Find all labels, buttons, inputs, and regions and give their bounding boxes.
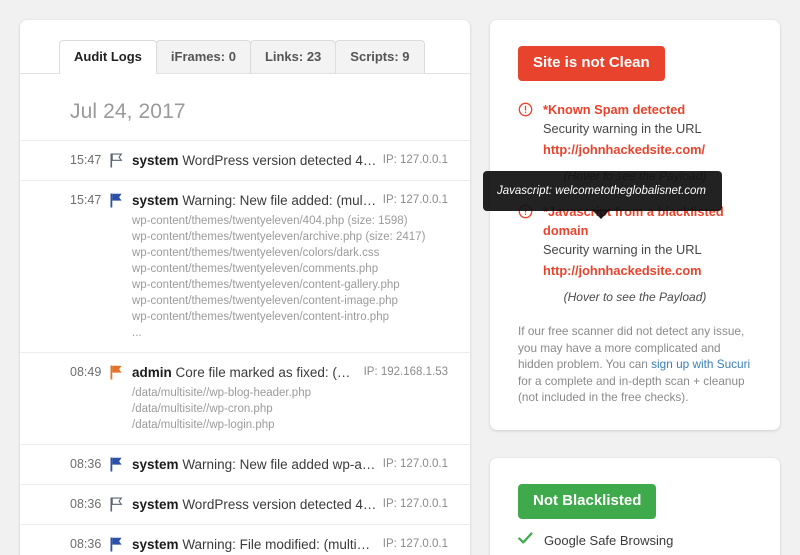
site-status-panel: Site is not Clean *Known Spam detectedSe… bbox=[490, 20, 780, 430]
tab-audit-logs[interactable]: Audit Logs bbox=[59, 40, 157, 74]
log-time: 08:36 bbox=[70, 496, 110, 511]
audit-log-list: 15:47 system WordPress version detected 4… bbox=[20, 140, 470, 555]
log-file-entry: wp-content/themes/twentyeleven/content-i… bbox=[132, 293, 470, 309]
security-warning-subtitle: Security warning in the URL bbox=[543, 240, 752, 260]
right-column: Site is not Clean *Known Spam detectedSe… bbox=[490, 20, 780, 555]
log-file-entry: wp-content/themes/twentyeleven/content-g… bbox=[132, 277, 470, 293]
log-ip: IP: 127.0.0.1 bbox=[383, 456, 448, 470]
security-warning-body: *Known Spam detectedSecurity warning in … bbox=[543, 100, 752, 160]
blacklist-item-list: Google Safe BrowsingNorton Safe WebPhish… bbox=[518, 532, 752, 555]
log-user: system bbox=[132, 537, 179, 552]
log-file-entry: wp-content/themes/twentyeleven/colors/da… bbox=[132, 245, 470, 261]
log-file-entry: /data/multisite//wp-blog-header.php bbox=[132, 385, 470, 401]
log-file-list: wp-content/themes/twentyeleven/404.php (… bbox=[20, 209, 470, 341]
audit-log-row-main: 08:36 system Warning: New file added wp-a… bbox=[20, 456, 470, 473]
log-time: 15:47 bbox=[70, 152, 110, 167]
tab-scripts-9[interactable]: Scripts: 9 bbox=[335, 40, 424, 73]
log-ip: IP: 127.0.0.1 bbox=[383, 152, 448, 166]
security-warning-url[interactable]: http://johnhackedsite.com bbox=[543, 260, 752, 281]
log-file-list: /data/multisite//wp-blog-header.php/data… bbox=[20, 381, 470, 433]
log-file-entry: /data/multisite//wp-login.php bbox=[132, 417, 470, 433]
log-message: system Warning: New file added wp-admin/… bbox=[132, 456, 383, 473]
alert-circle-icon bbox=[518, 100, 543, 160]
log-time: 08:49 bbox=[70, 364, 110, 379]
flag-filled-blue-icon bbox=[110, 456, 132, 472]
blacklist-panel: Not Blacklisted Google Safe BrowsingNort… bbox=[490, 458, 780, 555]
log-ip: IP: 127.0.0.1 bbox=[383, 192, 448, 206]
log-user: system bbox=[132, 193, 179, 208]
blacklist-item: Google Safe Browsing bbox=[518, 532, 752, 550]
log-message-text: WordPress version detected 4.9-alpha-… bbox=[182, 497, 382, 512]
tab-iframes-0[interactable]: iFrames: 0 bbox=[156, 40, 251, 73]
log-file-entry: /data/multisite//wp-cron.php bbox=[132, 401, 470, 417]
tab-bar: Audit LogsiFrames: 0Links: 23Scripts: 9 bbox=[20, 20, 470, 74]
log-file-entry: wp-content/themes/twentyeleven/404.php (… bbox=[132, 213, 470, 229]
alert-circle-icon bbox=[518, 202, 543, 281]
flag-filled-blue-icon bbox=[110, 536, 132, 552]
sign-up-with-sucuri-link[interactable]: sign up with Sucuri bbox=[651, 357, 750, 371]
log-message: system WordPress version detected 4.9-al… bbox=[132, 152, 383, 169]
payload-tooltip-text: Javascript: welcometotheglobalisnet.com bbox=[497, 185, 706, 197]
security-warning-block: *Known Spam detectedSecurity warning in … bbox=[518, 100, 752, 160]
log-message-text: Warning: File modified: (multiple entrie… bbox=[182, 537, 382, 552]
scanner-note: If our free scanner did not detect any i… bbox=[518, 323, 752, 406]
page-root: Audit LogsiFrames: 0Links: 23Scripts: 9 … bbox=[0, 0, 800, 555]
payload-tooltip-arrow bbox=[592, 210, 610, 219]
log-user: system bbox=[132, 497, 179, 512]
audit-log-row-main: 15:47 system WordPress version detected 4… bbox=[20, 152, 470, 169]
scanner-note-after: for a complete and in-depth scan + clean… bbox=[518, 374, 745, 405]
log-file-entry: ... bbox=[132, 325, 470, 341]
security-warning-title: *Known Spam detected bbox=[543, 100, 752, 119]
blacklist-item-label: Google Safe Browsing bbox=[544, 533, 673, 548]
flag-outline-gray-icon bbox=[110, 496, 132, 512]
security-warning: *Javascript from a blacklisted domainSec… bbox=[518, 202, 752, 304]
audit-log-row-main: 08:49 admin Core file marked as fixed: (m… bbox=[20, 364, 470, 381]
audit-logs-card: Audit LogsiFrames: 0Links: 23Scripts: 9 … bbox=[20, 20, 470, 555]
audit-log-row[interactable]: 15:47 system WordPress version detected 4… bbox=[20, 140, 470, 180]
log-ip: IP: 127.0.0.1 bbox=[383, 536, 448, 550]
blacklist-status-badge: Not Blacklisted bbox=[518, 484, 656, 519]
log-file-entry: wp-content/themes/twentyeleven/content-i… bbox=[132, 309, 470, 325]
audit-log-row[interactable]: 08:49 admin Core file marked as fixed: (m… bbox=[20, 352, 470, 444]
date-header: Jul 24, 2017 bbox=[20, 74, 470, 140]
log-file-entry: wp-content/themes/twentyeleven/archive.p… bbox=[132, 229, 470, 245]
site-status-badge: Site is not Clean bbox=[518, 46, 665, 81]
flag-outline-gray-icon bbox=[110, 152, 132, 168]
audit-log-row[interactable]: 08:36 system Warning: New file added wp-a… bbox=[20, 444, 470, 484]
audit-log-row[interactable]: 08:36 system Warning: File modified: (mul… bbox=[20, 524, 470, 555]
security-warning-subtitle: Security warning in the URL bbox=[543, 119, 752, 139]
log-message-text: WordPress version detected 4.9-alpha-… bbox=[182, 153, 382, 168]
flag-filled-blue-icon bbox=[110, 192, 132, 208]
log-time: 08:36 bbox=[70, 536, 110, 551]
log-file-entry: wp-content/themes/twentyeleven/comments.… bbox=[132, 261, 470, 277]
log-message: system WordPress version detected 4.9-al… bbox=[132, 496, 383, 513]
log-message-text: Warning: New file added: (multiple entri… bbox=[182, 193, 382, 208]
flag-filled-orange-icon bbox=[110, 364, 132, 380]
security-warning-body: *Javascript from a blacklisted domainSec… bbox=[543, 202, 752, 281]
log-ip: IP: 127.0.0.1 bbox=[383, 496, 448, 510]
log-time: 15:47 bbox=[70, 192, 110, 207]
log-message: system Warning: File modified: (multiple… bbox=[132, 536, 383, 553]
audit-log-row-main: 08:36 system WordPress version detected 4… bbox=[20, 496, 470, 513]
check-icon bbox=[518, 532, 544, 550]
payload-tooltip: Javascript: welcometotheglobalisnet.com bbox=[483, 171, 722, 211]
log-message-text: Core file marked as fixed: (multiple ent… bbox=[176, 365, 364, 380]
audit-log-row-main: 08:36 system Warning: File modified: (mul… bbox=[20, 536, 470, 553]
security-warning-block: *Javascript from a blacklisted domainSec… bbox=[518, 202, 752, 281]
hover-payload-hint: (Hover to see the Payload) bbox=[518, 281, 752, 304]
log-message-text: Warning: New file added wp-admin/priv… bbox=[182, 457, 382, 472]
log-message: admin Core file marked as fixed: (multip… bbox=[132, 364, 364, 381]
log-user: admin bbox=[132, 365, 172, 380]
log-user: system bbox=[132, 457, 179, 472]
log-ip: IP: 192.168.1.53 bbox=[364, 364, 448, 378]
security-warning-url[interactable]: http://johnhackedsite.com/ bbox=[543, 139, 752, 160]
log-time: 08:36 bbox=[70, 456, 110, 471]
audit-log-row[interactable]: 15:47 system Warning: New file added: (mu… bbox=[20, 180, 470, 352]
audit-log-row[interactable]: 08:36 system WordPress version detected 4… bbox=[20, 484, 470, 524]
log-user: system bbox=[132, 153, 179, 168]
audit-log-row-main: 15:47 system Warning: New file added: (mu… bbox=[20, 192, 470, 209]
tab-links-23[interactable]: Links: 23 bbox=[250, 40, 336, 73]
log-message: system Warning: New file added: (multipl… bbox=[132, 192, 383, 209]
